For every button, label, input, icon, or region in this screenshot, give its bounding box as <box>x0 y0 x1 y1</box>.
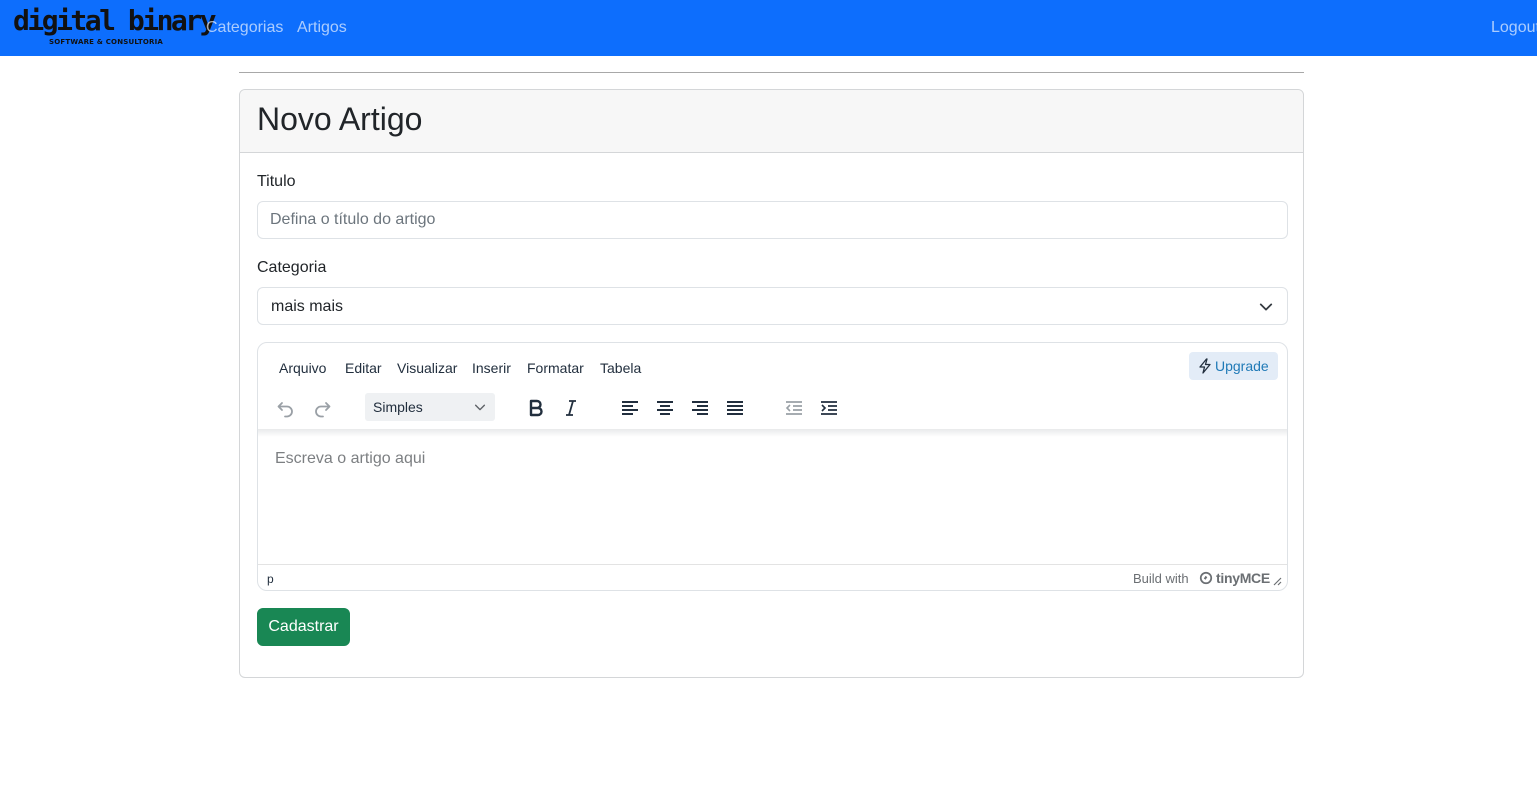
nav-link-logout[interactable]: Logout <box>1491 18 1537 38</box>
indent-icon <box>821 401 837 415</box>
tinymce-brand[interactable]: tinyMCE <box>1216 570 1270 586</box>
upgrade-button[interactable]: Upgrade <box>1189 352 1278 380</box>
align-justify-icon <box>727 401 743 415</box>
undo-icon <box>277 402 293 418</box>
menu-editar[interactable]: Editar <box>345 359 382 377</box>
editor-menubar: Arquivo Editar Visualizar Inserir Format… <box>258 343 1287 387</box>
brand-name: digital binary <box>13 4 217 37</box>
page-title: Novo Artigo <box>257 101 423 137</box>
rich-text-editor: Arquivo Editar Visualizar Inserir Format… <box>257 342 1288 591</box>
editor-placeholder: Escreva o artigo aqui <box>275 450 426 467</box>
italic-icon <box>566 400 576 416</box>
redo-button[interactable] <box>306 392 338 424</box>
nav-link-artigos[interactable]: Artigos <box>297 18 347 38</box>
card-header: Novo Artigo <box>240 90 1303 153</box>
titulo-input[interactable] <box>257 201 1288 239</box>
element-path[interactable]: p <box>267 572 274 586</box>
block-format-select[interactable]: Simples <box>365 393 495 421</box>
page-divider <box>239 72 1304 73</box>
navbar: digital binary SOFTWARE & CONSULTORIA Ca… <box>0 0 1537 56</box>
align-center-button[interactable] <box>649 392 681 424</box>
italic-button[interactable] <box>555 392 587 424</box>
menu-tabela[interactable]: Tabela <box>600 359 641 377</box>
menu-formatar[interactable]: Formatar <box>527 359 584 377</box>
align-center-icon <box>657 401 673 415</box>
article-form-card: Novo Artigo Titulo Categoria mais mais A… <box>239 89 1304 678</box>
undo-button[interactable] <box>270 392 302 424</box>
categoria-label: Categoria <box>257 259 327 276</box>
align-left-icon <box>622 401 638 415</box>
redo-icon <box>315 402 331 418</box>
resize-handle-icon[interactable] <box>1272 576 1282 586</box>
chevron-down-icon <box>1259 303 1273 311</box>
block-format-value: Simples <box>373 399 423 415</box>
bold-icon <box>529 399 543 417</box>
editor-content-area[interactable]: Escreva o artigo aqui <box>258 431 1287 564</box>
align-right-button[interactable] <box>684 392 716 424</box>
upgrade-label: Upgrade <box>1215 358 1269 374</box>
indent-button[interactable] <box>813 392 845 424</box>
align-justify-button[interactable] <box>719 392 751 424</box>
menu-inserir[interactable]: Inserir <box>472 359 511 377</box>
brand-tagline: SOFTWARE & CONSULTORIA <box>49 38 164 46</box>
titulo-label: Titulo <box>257 173 296 190</box>
tinymce-logo-icon <box>1199 571 1213 585</box>
cadastrar-button[interactable]: Cadastrar <box>257 608 350 646</box>
editor-toolbar: Simples <box>258 387 1287 429</box>
build-with-label: Build with <box>1133 571 1189 586</box>
categoria-select[interactable]: mais mais <box>257 287 1288 325</box>
lightning-icon <box>1199 358 1211 374</box>
categoria-selected-value: mais mais <box>271 298 344 315</box>
align-left-button[interactable] <box>614 392 646 424</box>
nav-link-categorias[interactable]: Categorias <box>206 18 283 38</box>
outdent-button[interactable] <box>778 392 810 424</box>
outdent-icon <box>785 401 802 415</box>
menu-arquivo[interactable]: Arquivo <box>279 359 326 377</box>
menu-visualizar[interactable]: Visualizar <box>397 359 457 377</box>
chevron-down-icon <box>474 404 486 411</box>
align-right-icon <box>692 401 708 415</box>
editor-statusbar: p Build with tinyMCE <box>258 564 1287 590</box>
bold-button[interactable] <box>520 392 552 424</box>
brand-logo[interactable]: digital binary SOFTWARE & CONSULTORIA <box>13 4 217 50</box>
